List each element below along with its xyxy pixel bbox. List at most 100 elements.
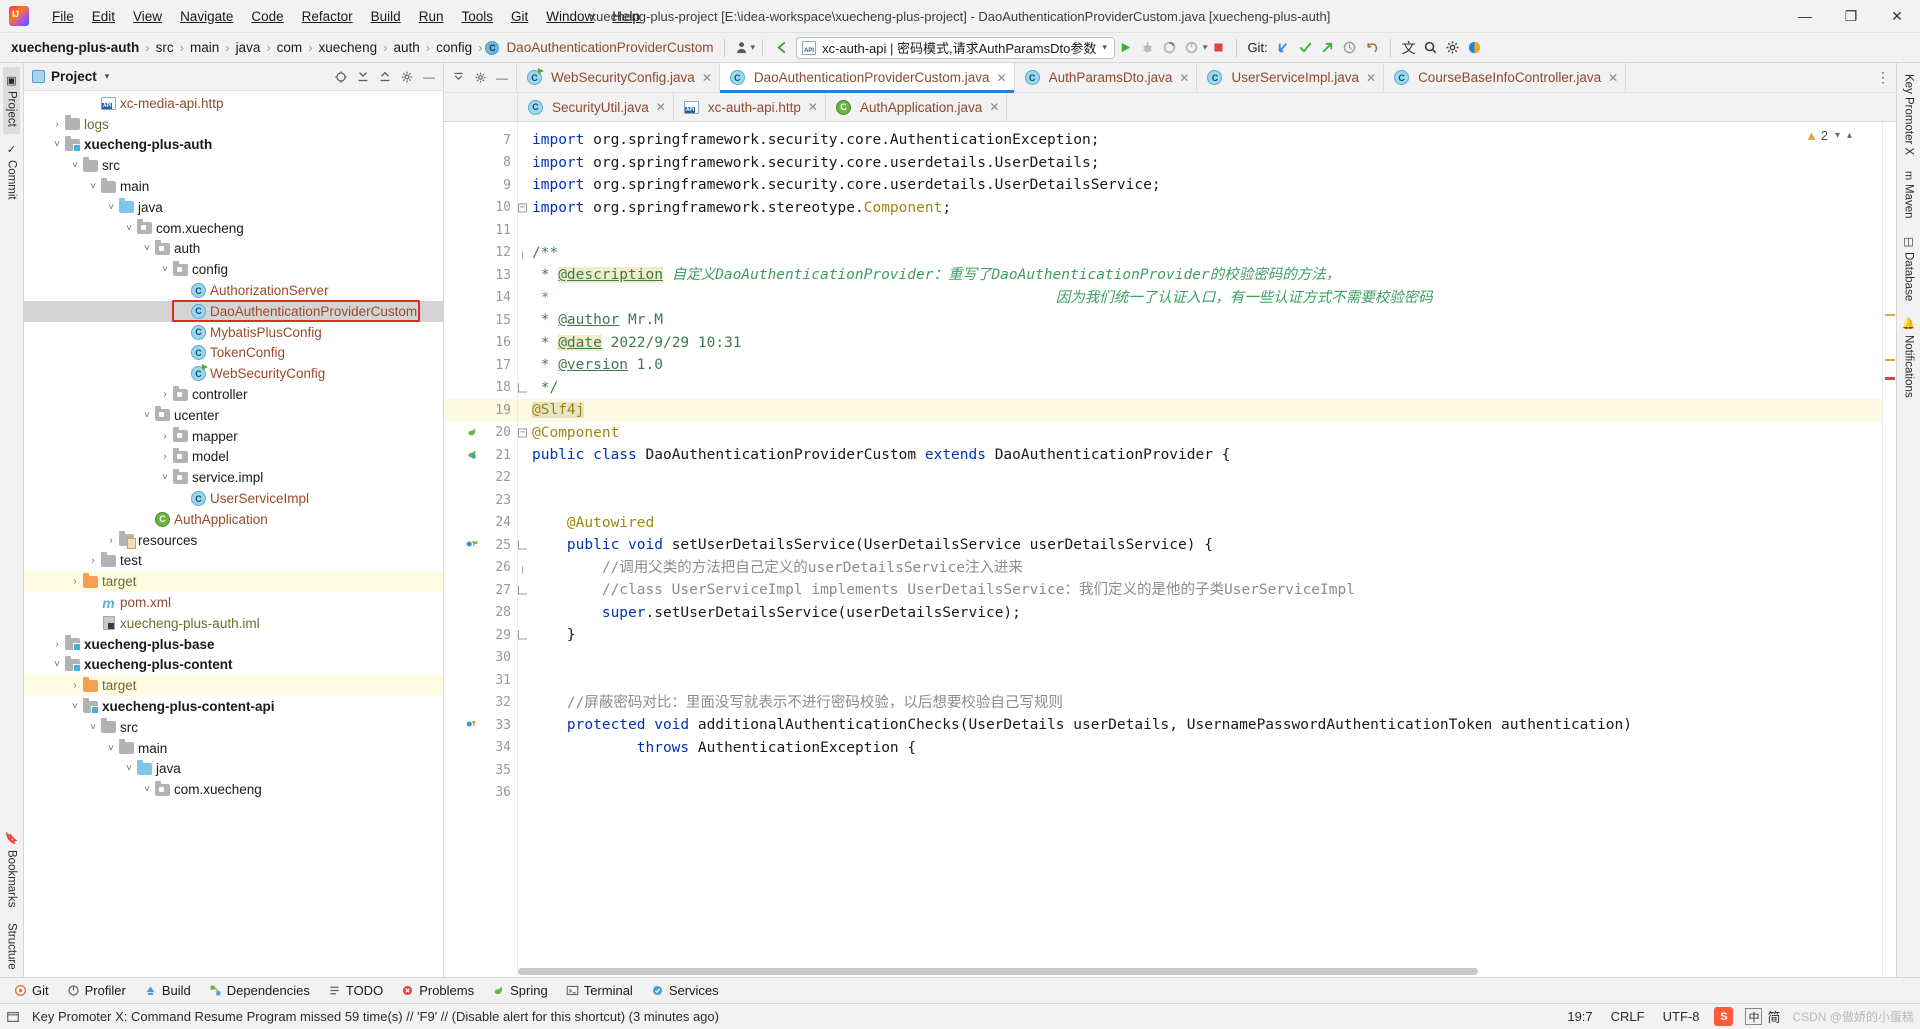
gutter-line[interactable]: 17 <box>444 354 517 377</box>
chevron-down-icon[interactable]: ˅ <box>158 264 172 275</box>
tree-node[interactable]: xc-media-api.http <box>24 93 443 114</box>
tool-window-button-build[interactable]: Build <box>136 981 199 1000</box>
gutter-line[interactable]: 11 <box>444 219 517 242</box>
menu-help[interactable]: Help <box>603 6 649 27</box>
code-line[interactable]: public class DaoAuthenticationProviderCu… <box>518 444 1882 467</box>
breadcrumb-item-xuecheng[interactable]: xuecheng <box>316 39 381 56</box>
file-encoding[interactable]: UTF-8 <box>1660 1008 1703 1025</box>
inspection-status-widget[interactable]: ▲ 2 ▾ ▴ <box>1805 128 1852 143</box>
close-tab-icon[interactable]: ✕ <box>1608 71 1618 85</box>
tree-node[interactable]: ˅ auth <box>24 239 443 260</box>
code-line[interactable] <box>518 467 1882 490</box>
sogou-ime-icon[interactable]: S <box>1714 1007 1734 1026</box>
code-line[interactable]: import org.springframework.security.core… <box>518 152 1882 175</box>
code-line[interactable]: //屏蔽密码对比：里面没写就表示不进行密码校验，以后想要校验自己写规则 <box>518 692 1882 715</box>
tree-node[interactable]: C TokenConfig <box>24 343 443 364</box>
gutter-line[interactable]: 33 <box>444 714 517 737</box>
gutter-line[interactable]: 9 <box>444 174 517 197</box>
close-tab-icon[interactable]: ✕ <box>989 100 999 114</box>
search-icon[interactable] <box>1420 37 1442 59</box>
tree-node[interactable]: C AuthApplication <box>24 509 443 530</box>
chevron-right-icon[interactable]: › <box>158 389 172 400</box>
gutter-line[interactable]: 20− <box>444 422 527 445</box>
gutter-line[interactable]: 10− <box>444 197 527 220</box>
tree-node[interactable]: ˅ xuecheng-plus-content <box>24 655 443 676</box>
tree-node[interactable]: ˅ src <box>24 155 443 176</box>
idea-gradient-icon[interactable] <box>1464 37 1486 59</box>
sidebar-tab-maven[interactable]: m Maven <box>1901 164 1917 226</box>
horizontal-scrollbar[interactable] <box>518 968 1882 977</box>
sidebar-tab-commit[interactable]: ✓ Commit <box>3 136 20 207</box>
chevron-down-icon[interactable]: ˅ <box>158 472 172 483</box>
code-line[interactable] <box>518 647 1882 670</box>
tool-window-button-git[interactable]: Git <box>6 981 57 1000</box>
chevron-right-icon[interactable]: › <box>68 680 82 691</box>
stripe-warning-mark[interactable] <box>1885 359 1895 361</box>
tree-node[interactable]: ˅ src <box>24 717 443 738</box>
close-tab-icon[interactable]: ✕ <box>1179 71 1189 85</box>
tree-node[interactable]: › mapper <box>24 426 443 447</box>
chevron-down-icon[interactable]: ˅ <box>122 223 136 234</box>
tree-node[interactable]: › target <box>24 675 443 697</box>
gutter-line[interactable]: 21 <box>444 444 517 467</box>
code-line[interactable] <box>518 759 1882 782</box>
code-line[interactable]: @Component <box>518 422 1882 445</box>
chevron-down-icon[interactable]: ˅ <box>68 701 82 712</box>
close-tab-icon[interactable]: ✕ <box>702 71 712 85</box>
spring-bean-icon[interactable] <box>466 426 478 440</box>
menu-build[interactable]: Build <box>362 6 410 27</box>
stop-button[interactable] <box>1207 37 1229 59</box>
tree-node[interactable]: C MybatisPlusConfig <box>24 322 443 343</box>
git-push-icon[interactable] <box>1317 37 1339 59</box>
code-line[interactable]: import org.springframework.security.core… <box>518 129 1882 152</box>
tree-node[interactable]: ˅ java <box>24 759 443 780</box>
chevron-down-icon[interactable]: ˅ <box>86 181 100 192</box>
code-line[interactable]: protected void additionalAuthenticationC… <box>518 714 1882 737</box>
chevron-down-icon[interactable]: ˅ <box>104 202 118 213</box>
code-line[interactable] <box>518 669 1882 692</box>
gutter-line[interactable]: 27 <box>444 579 527 602</box>
sidebar-tab-key-promoter[interactable]: Key Promoter X <box>1901 67 1917 162</box>
sidebar-tab-structure[interactable]: Structure <box>4 916 20 977</box>
settings-gear-icon[interactable] <box>397 67 417 87</box>
chevron-right-icon[interactable]: › <box>158 451 172 462</box>
close-tab-icon[interactable]: ✕ <box>808 100 818 114</box>
close-tab-icon[interactable]: ✕ <box>997 71 1007 85</box>
menu-file[interactable]: File <box>43 6 83 27</box>
profile-button[interactable] <box>1181 37 1203 59</box>
code-line[interactable]: * @author Mr.M <box>518 309 1882 332</box>
code-line[interactable] <box>518 782 1882 805</box>
gutter-line[interactable]: 36 <box>444 782 517 805</box>
sidebar-tab-notifications[interactable]: 🔔 Notifications <box>1900 310 1917 404</box>
gutter-line[interactable]: 24 <box>444 512 517 535</box>
tree-node[interactable]: m pom.xml <box>24 592 443 613</box>
code-line[interactable]: throws AuthenticationException { <box>518 737 1882 760</box>
code-line[interactable]: * 因为我们统一了认证入口，有一些认证方式不需要校验密码 <box>518 287 1882 310</box>
git-update-icon[interactable] <box>1273 37 1295 59</box>
gutter-line[interactable]: 30 <box>444 647 517 670</box>
code-line[interactable]: * @description 自定义DaoAuthenticationProvi… <box>518 264 1882 287</box>
menu-view[interactable]: View <box>124 6 171 27</box>
code-content[interactable]: import org.springframework.security.core… <box>518 122 1882 977</box>
tree-node[interactable]: ˅ xuecheng-plus-auth <box>24 135 443 156</box>
breadcrumb-item-class[interactable]: DaoAuthenticationProviderCustom <box>503 39 716 56</box>
chevron-right-icon[interactable]: › <box>50 119 64 130</box>
error-stripe[interactable] <box>1882 122 1896 977</box>
code-line[interactable]: import org.springframework.stereotype.Co… <box>518 197 1882 220</box>
code-line[interactable]: public void setUserDetailsService(UserDe… <box>518 534 1882 557</box>
git-commit-icon[interactable] <box>1295 37 1317 59</box>
gutter-line[interactable]: 26 <box>444 557 527 580</box>
tool-window-button-todo[interactable]: TODO <box>320 981 391 1000</box>
breadcrumb-item-auth[interactable]: auth <box>390 39 422 56</box>
breadcrumb-item-src[interactable]: src <box>153 39 177 56</box>
code-line[interactable]: */ <box>518 377 1882 400</box>
scroll-from-source-icon[interactable] <box>331 67 351 87</box>
menu-window[interactable]: Window <box>537 6 603 27</box>
maximize-button[interactable]: ❐ <box>1828 0 1874 32</box>
chevron-down-icon[interactable]: ˅ <box>50 659 64 670</box>
editor-tab[interactable]: C AuthParamsDto.java ✕ <box>1015 63 1198 92</box>
menu-refactor[interactable]: Refactor <box>293 6 362 27</box>
tool-window-button-terminal[interactable]: Terminal <box>558 981 641 1000</box>
breadcrumb-item-config[interactable]: config <box>433 39 475 56</box>
gutter-line[interactable]: 28 <box>444 602 517 625</box>
